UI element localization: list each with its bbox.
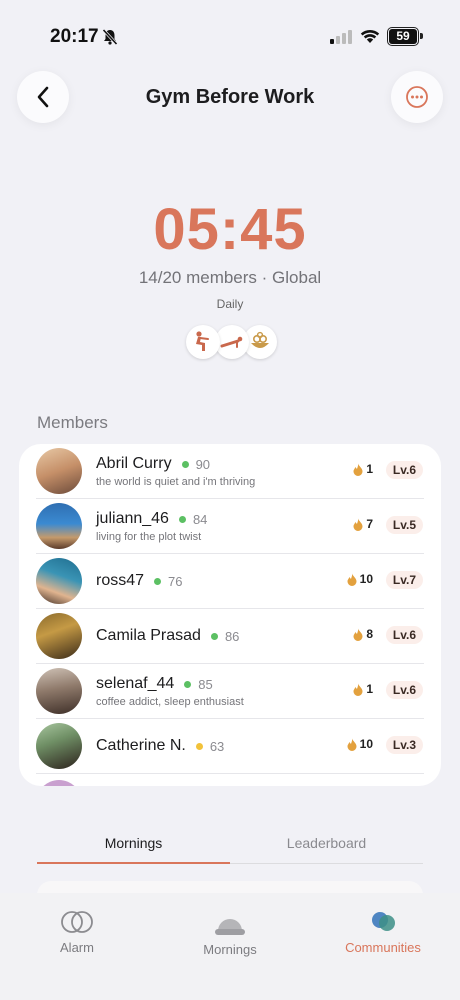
communities-icon <box>372 912 395 931</box>
level-badge: Lv.6 <box>385 626 423 644</box>
status-dot <box>210 632 218 640</box>
avatar <box>36 503 82 549</box>
more-horizontal-icon <box>406 86 428 108</box>
wifi-icon <box>360 29 380 43</box>
member-bio: coffee addict, sleep enthusiast <box>96 696 244 708</box>
member-name: Camila Prasad <box>96 627 201 644</box>
bell-muted-icon <box>102 28 118 46</box>
members-count: 14/20 members · Global <box>138 268 322 287</box>
member-row[interactable]: Camila Prasad 86 8 Lv.6 <box>19 609 441 664</box>
members-list: Abril Curry 90 the world is quiet and i'… <box>19 444 441 786</box>
avatar <box>36 558 82 604</box>
more-options-button[interactable] <box>391 71 443 123</box>
status-bar: 20:17 59 <box>0 0 460 60</box>
battery-icon: 59 <box>387 27 423 46</box>
streak-count: 10 <box>359 737 373 751</box>
streak-count: 10 <box>359 572 373 586</box>
member-score: 63 <box>209 738 225 754</box>
member-score: 84 <box>192 511 208 527</box>
member-score: 76 <box>168 573 183 589</box>
streak-badge: 1 <box>353 682 373 696</box>
level-badge: Lv.6 <box>385 681 423 699</box>
bottom-nav: Alarm Mornings Communities <box>0 893 460 1000</box>
avatar <box>36 448 82 494</box>
avatar <box>36 668 82 714</box>
member-name: Abril Curry <box>96 455 172 472</box>
avatar <box>36 780 82 786</box>
flame-icon <box>353 518 363 531</box>
streak-count: 1 <box>366 682 373 696</box>
member-score: 85 <box>198 676 213 692</box>
cellular-signal-icon <box>330 30 352 44</box>
member-name: selenaf_44 <box>96 675 175 692</box>
streak-count: 7 <box>366 517 373 531</box>
status-dot <box>195 742 203 750</box>
streak-badge: 7 <box>353 517 373 531</box>
member-row[interactable]: Abril Curry 90 the world is quiet and i'… <box>19 444 441 499</box>
member-bio: living for the plot twist <box>96 531 202 543</box>
alarm-rings-icon <box>61 911 93 933</box>
level-badge: Lv.3 <box>385 736 423 754</box>
flame-icon <box>347 738 357 751</box>
tab-leaderboard[interactable]: Leaderboard <box>230 835 423 851</box>
streak-count: 8 <box>366 627 373 641</box>
flame-icon <box>353 683 363 696</box>
active-tab-indicator <box>37 862 230 864</box>
squat-icon <box>186 325 220 359</box>
flame-icon <box>353 628 363 641</box>
member-name: ross47 <box>96 572 145 589</box>
level-badge: Lv.6 <box>385 461 423 479</box>
level-badge: Lv.7 <box>385 571 423 589</box>
streak-badge: 10 <box>347 572 373 586</box>
streak-badge: 8 <box>353 627 373 641</box>
member-bio: the world is quiet and i'm thriving <box>96 476 256 488</box>
member-row[interactable]: selenaf_44 85 coffee addict, sleep enthu… <box>19 664 441 719</box>
member-row[interactable]: Catherine N. 63 10 Lv.3 <box>19 719 441 774</box>
nav-alarm-label: Alarm <box>60 940 94 955</box>
flame-icon <box>347 573 357 586</box>
streak-badge: 1 <box>353 462 373 476</box>
streak-badge: 10 <box>347 737 373 751</box>
status-dot <box>184 680 192 688</box>
alarm-frequency: Daily <box>216 297 244 311</box>
members-section-label: Members <box>37 413 108 432</box>
alarm-time: 05:45 <box>153 197 307 262</box>
level-badge: Lv.5 <box>385 516 423 534</box>
streak-count: 1 <box>366 462 373 476</box>
activity-icons <box>186 325 278 359</box>
member-name: juliann_46 <box>96 510 169 527</box>
plank-icon <box>215 325 249 359</box>
nav-mornings-label: Mornings <box>203 942 257 957</box>
tab-mornings[interactable]: Mornings <box>37 835 230 851</box>
avatar <box>36 613 82 659</box>
sunrise-icon <box>215 919 245 935</box>
status-dot <box>178 515 186 523</box>
member-name: Catherine N. <box>96 737 186 754</box>
member-score: 86 <box>224 628 240 644</box>
member-row[interactable]: ross47 76 10 Lv.7 <box>19 554 441 609</box>
member-score: 90 <box>195 456 211 472</box>
segment-tabs: Mornings Leaderboard <box>37 835 423 865</box>
nav-communities-label: Communities <box>345 940 421 955</box>
battery-level: 59 <box>389 29 417 44</box>
member-row[interactable]: juliann_46 84 living for the plot twist … <box>19 499 441 554</box>
status-dot <box>154 577 162 585</box>
flame-icon <box>353 463 363 476</box>
status-dot <box>181 460 189 468</box>
status-time: 20:17 <box>50 26 99 47</box>
avatar <box>36 723 82 769</box>
